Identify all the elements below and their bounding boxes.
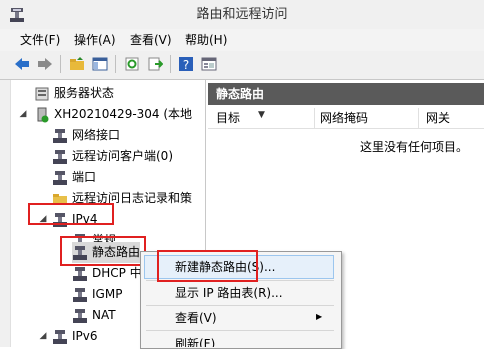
submenu-arrow-icon: ▶ [316, 312, 323, 321]
network-interface-icon [52, 128, 68, 144]
tree-item-nat[interactable]: NAT [72, 305, 116, 326]
tree-item-igmp[interactable]: IGMP [72, 284, 122, 305]
menu-bar [0, 29, 484, 51]
tree-item-remote-clients[interactable]: 远程访问客户端(0) [52, 146, 173, 167]
menu-help[interactable]: 帮助(H) [185, 31, 227, 49]
collapse-arrow-icon[interactable]: ◢ [18, 104, 28, 125]
tree-item-network-interfaces[interactable]: 网络接口 [52, 125, 120, 146]
column-destination[interactable]: 目标 [216, 108, 240, 128]
show-hide-tree-icon[interactable] [91, 55, 109, 73]
toolbar-separator [115, 55, 116, 73]
toolbar-separator [170, 55, 171, 73]
forward-arrow-icon[interactable] [36, 55, 54, 73]
menu-item-view[interactable]: 查看(V) [175, 306, 217, 330]
export-list-icon[interactable] [146, 55, 164, 73]
tree-label: 网络接口 [72, 128, 121, 142]
toolbar-separator [60, 55, 61, 73]
tree-label: 服务器状态 [54, 86, 115, 100]
ipv6-icon [52, 329, 68, 345]
tree-scrollbar[interactable] [0, 80, 11, 347]
column-separator[interactable] [418, 108, 419, 128]
column-separator[interactable] [314, 108, 315, 128]
svg-text:?: ? [183, 58, 189, 72]
server-icon [34, 107, 50, 123]
new-static-route-highlight-box [157, 250, 258, 282]
tree-label: DHCP 中 [92, 266, 142, 280]
menu-action[interactable]: 操作(A) [74, 31, 116, 49]
properties-icon[interactable] [200, 55, 218, 73]
tree-item-dhcp[interactable]: DHCP 中 [72, 263, 142, 284]
tree-item-server-status[interactable]: 服务器状态 [34, 83, 114, 104]
tree-item-ports[interactable]: 端口 [52, 167, 96, 188]
dhcp-icon [72, 266, 88, 282]
tree-item-ipv6[interactable]: IPv6 [52, 326, 98, 347]
window-title: 路由和远程访问 [196, 7, 288, 22]
collapse-arrow-icon[interactable]: ◢ [38, 326, 48, 347]
tree-label: IPv6 [72, 329, 98, 343]
igmp-icon [72, 287, 88, 303]
tree-label: 端口 [72, 170, 97, 184]
pane-header: 静态路由 [208, 83, 484, 105]
ipv4-highlight-box [28, 203, 114, 225]
nat-icon [72, 308, 88, 324]
remote-clients-icon [52, 149, 68, 165]
menu-item-show-ip-routing-table[interactable]: 显示 IP 路由表(R)... [175, 281, 283, 305]
empty-list-message: 这里没有任何项目。 [360, 140, 469, 154]
menu-file[interactable]: 文件(F) [20, 31, 60, 49]
tree-label: NAT [92, 308, 116, 322]
up-folder-icon[interactable] [68, 55, 86, 73]
menu-separator [146, 330, 334, 331]
back-arrow-icon[interactable] [13, 55, 31, 73]
tree-label: IGMP [92, 287, 123, 301]
sort-arrow-icon: ▼ [258, 110, 265, 120]
ports-icon [52, 170, 68, 186]
tree-label: XH20210429-304 (本地 [54, 107, 193, 121]
column-gateway[interactable]: 网关 [426, 108, 450, 128]
static-routes-highlight-box [60, 236, 146, 266]
help-icon[interactable]: ? [177, 55, 195, 73]
menu-item-refresh[interactable]: 刷新(F) [175, 332, 215, 347]
server-status-icon [34, 86, 50, 102]
column-netmask[interactable]: 网络掩码 [320, 108, 368, 128]
tree-item-server[interactable]: XH20210429-304 (本地 [34, 104, 205, 125]
refresh-icon[interactable] [123, 55, 141, 73]
menu-view[interactable]: 查看(V) [130, 31, 172, 49]
tree-label: 远程访问客户端(0) [72, 149, 173, 163]
